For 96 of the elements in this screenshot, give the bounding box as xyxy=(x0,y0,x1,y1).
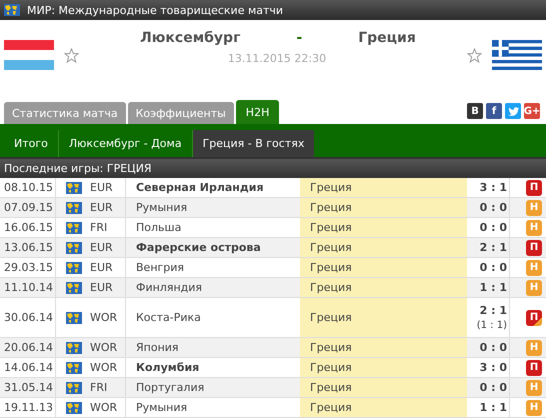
score-separator: - xyxy=(296,30,302,46)
table-cell: Греция xyxy=(300,278,467,297)
team-name: Греция xyxy=(358,30,416,46)
table-cell: 13.06.15 xyxy=(0,238,56,257)
result-badge: Н xyxy=(526,280,542,296)
table-cell: 19.11.13 xyxy=(0,398,56,417)
table-cell-text: Коста-Рика xyxy=(135,310,202,326)
table-cell-text: Венгрия xyxy=(135,260,186,276)
table-cell-text: Румыния xyxy=(135,200,188,216)
competition-code: EUR xyxy=(90,241,113,254)
table-cell: Греция xyxy=(300,338,467,357)
table-cell: Греция xyxy=(300,298,467,337)
table-cell-text: Северная Ирландия xyxy=(135,180,265,196)
globe-icon xyxy=(66,202,82,214)
table-cell: 08.10.15 xyxy=(0,178,56,197)
tab[interactable]: Греция - В гостях xyxy=(192,130,314,157)
result-badge: Н xyxy=(526,260,542,276)
table-cell: 16.06.15 xyxy=(0,218,56,237)
flag-icon xyxy=(4,40,54,70)
gplus-button[interactable]: G+ xyxy=(524,103,540,119)
result-badge: П xyxy=(526,180,542,196)
table-cell: Греция xyxy=(300,378,467,397)
match-datetime: 13.11.2015 22:30 xyxy=(226,52,326,65)
competition-code: EUR xyxy=(90,181,113,194)
globe-icon xyxy=(66,402,82,414)
globe-icon xyxy=(66,262,82,274)
globe-icon xyxy=(66,362,82,374)
competition-code: WOR xyxy=(90,361,118,374)
table-cell: Греция xyxy=(300,358,467,377)
table-cell: Греция xyxy=(300,398,467,417)
match-score: 0 : 0 xyxy=(480,261,507,274)
table-cell: 07.09.15 xyxy=(0,198,56,217)
team-name: Люксембург xyxy=(140,30,240,46)
globe-icon xyxy=(66,312,82,324)
tab[interactable]: Итого xyxy=(4,130,59,157)
result-badge: Н xyxy=(526,400,542,416)
table-cell: Греция xyxy=(300,258,467,277)
match-score: 2 : 1 xyxy=(480,304,507,317)
table-cell-text: Португалия xyxy=(135,380,206,396)
competition-code: FRI xyxy=(90,381,108,394)
match-score: 0 : 0 xyxy=(480,341,507,354)
match-score: 2 : 1 xyxy=(480,241,507,254)
score-note: (1 : 1) xyxy=(476,320,507,331)
competition-code: WOR xyxy=(90,401,118,414)
table-cell-text: Финляндия xyxy=(135,280,204,296)
globe-icon xyxy=(4,4,20,16)
result-badge: П xyxy=(526,310,542,326)
tab[interactable]: H2H xyxy=(236,100,280,124)
globe-icon xyxy=(66,382,82,394)
competition-code: EUR xyxy=(90,201,113,214)
match-score: 3 : 0 xyxy=(480,361,507,374)
competition-code: WOR xyxy=(90,341,118,354)
table-cell: 11.10.14 xyxy=(0,278,56,297)
result-badge: Н xyxy=(526,220,542,236)
competition-code: FRI xyxy=(90,221,108,234)
globe-icon xyxy=(66,242,82,254)
match-score: 0 : 0 xyxy=(480,221,507,234)
star-icon[interactable] xyxy=(467,48,482,62)
result-badge: П xyxy=(526,240,542,256)
section-header: Последние игры: ГРЕЦИЯ xyxy=(0,159,546,178)
result-badge: Н xyxy=(526,200,542,216)
facebook-button[interactable]: f xyxy=(486,103,502,119)
league-title: МИР: Международные товарищеские матчи xyxy=(27,4,284,16)
vk-button[interactable]: B xyxy=(467,103,483,119)
table-cell: Греция xyxy=(300,178,467,197)
match-score: 1 : 1 xyxy=(480,401,507,414)
competition-code: WOR xyxy=(90,311,118,324)
globe-icon xyxy=(66,282,82,294)
globe-icon xyxy=(66,182,82,194)
result-badge: П xyxy=(526,360,542,376)
competition-code: EUR xyxy=(90,281,113,294)
twitter-button[interactable] xyxy=(505,103,521,119)
result-badge: Н xyxy=(526,380,542,396)
globe-icon xyxy=(66,222,82,234)
table-cell: Греция xyxy=(300,238,467,257)
globe-icon xyxy=(66,342,82,354)
match-score: 0 : 0 xyxy=(480,201,507,214)
table-cell: 14.06.14 xyxy=(0,358,56,377)
result-badge: Н xyxy=(526,340,542,356)
match-score: 1 : 1 xyxy=(480,281,507,294)
match-score: 0 : 0 xyxy=(480,381,507,394)
competition-code: EUR xyxy=(90,261,113,274)
table-cell: 29.03.15 xyxy=(0,258,56,277)
table-cell: 30.06.14 xyxy=(0,298,56,337)
table-cell: Греция xyxy=(300,198,467,217)
match-score: 3 : 1 xyxy=(480,181,507,194)
table-cell-text: Япония xyxy=(135,340,180,356)
table-cell: 31.05.14 xyxy=(0,378,56,397)
flag-icon xyxy=(492,40,542,70)
table-cell-text: Румыния xyxy=(135,400,188,416)
table-cell-text: Фарерские острова xyxy=(135,240,262,256)
table-cell: 20.06.14 xyxy=(0,338,56,357)
table-cell-text: Колумбия xyxy=(135,360,200,376)
table-cell: Греция xyxy=(300,218,467,237)
table-cell-text: Польша xyxy=(135,220,182,236)
star-icon[interactable] xyxy=(64,48,79,62)
